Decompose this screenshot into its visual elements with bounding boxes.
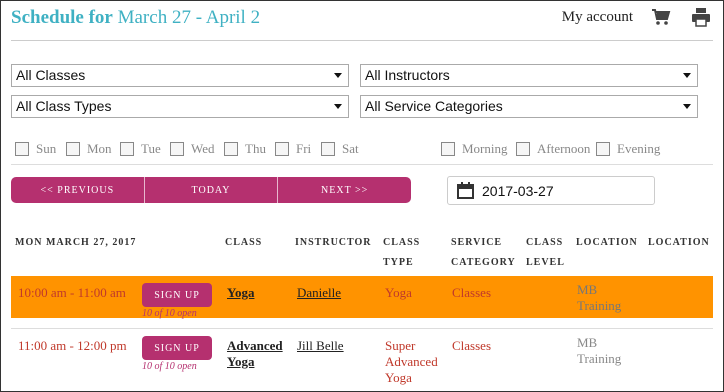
print-icon[interactable] <box>691 7 711 27</box>
checkbox[interactable] <box>170 142 184 156</box>
header-date: MON MARCH 27, 2017 <box>15 237 137 248</box>
spots-open: 10 of 10 open <box>142 361 197 372</box>
checkbox[interactable] <box>275 142 289 156</box>
checkbox[interactable] <box>224 142 238 156</box>
checkbox[interactable] <box>596 142 610 156</box>
header-service-category: SERVICE CATEGORY <box>451 237 516 268</box>
checkbox[interactable] <box>321 142 335 156</box>
day-label: Sat <box>342 141 359 156</box>
spots-open: 10 of 10 open <box>142 308 197 319</box>
service-category: Classes <box>452 285 491 300</box>
header-class-level: CLASS LEVEL <box>526 237 565 268</box>
day-filter-fri[interactable]: Fri <box>275 136 311 158</box>
instructors-select[interactable]: All Instructors <box>360 64 698 87</box>
date-value: 2017-03-27 <box>482 183 554 199</box>
my-account-link[interactable]: My account <box>562 9 633 26</box>
checkbox[interactable] <box>441 142 455 156</box>
checkbox[interactable] <box>516 142 530 156</box>
class-time: 10:00 am - 11:00 am <box>18 285 126 300</box>
schedule-widget: Schedule for March 27 - April 2 My accou… <box>0 0 724 392</box>
time-label: Evening <box>617 141 661 156</box>
title-range: March 27 - April 2 <box>117 7 261 28</box>
day-filter-thu[interactable]: Thu <box>224 136 266 158</box>
class-type: Yoga <box>385 285 412 300</box>
day-filter-mon[interactable]: Mon <box>66 136 112 158</box>
today-button[interactable]: TODAY <box>145 177 279 203</box>
instructors-select-value: All Instructors <box>365 67 450 83</box>
sign-up-button[interactable]: SIGN UP <box>142 336 212 360</box>
checkbox[interactable] <box>15 142 29 156</box>
date-picker[interactable]: 2017-03-27 <box>447 176 655 205</box>
day-label: Fri <box>296 141 312 156</box>
location: MB Training <box>577 335 622 366</box>
filter-divider <box>11 164 713 165</box>
cart-icon[interactable] <box>651 7 671 27</box>
checkbox[interactable] <box>66 142 80 156</box>
class-types-select[interactable]: All Class Types <box>11 95 349 118</box>
title-prefix: Schedule for <box>11 7 113 28</box>
location: MB Training <box>577 282 622 313</box>
service-categories-select-value: All Service Categories <box>365 98 503 114</box>
day-label: Sun <box>36 141 57 156</box>
classes-select[interactable]: All Classes <box>11 64 349 87</box>
chevron-down-icon <box>683 104 691 109</box>
day-label: Thu <box>245 141 266 156</box>
header-location-2: LOCATION <box>648 237 710 248</box>
service-categories-select[interactable]: All Service Categories <box>360 95 698 118</box>
header-location: LOCATION <box>576 237 638 248</box>
day-filter-sun[interactable]: Sun <box>15 136 56 158</box>
table-row: 11:00 am - 12:00 pm SIGN UP 10 of 10 ope… <box>11 328 713 388</box>
day-filter-wed[interactable]: Wed <box>170 136 215 158</box>
header-instructor: INSTRUCTOR <box>295 237 372 248</box>
chevron-down-icon <box>334 104 342 109</box>
sign-up-button[interactable]: SIGN UP <box>142 283 212 307</box>
header-divider <box>11 40 713 41</box>
header: Schedule for March 27 - April 2 My accou… <box>11 7 713 37</box>
time-label: Morning <box>462 141 508 156</box>
time-filter-morning[interactable]: Morning <box>441 136 508 158</box>
chevron-down-icon <box>683 73 691 78</box>
header-class: CLASS <box>225 237 263 248</box>
time-filter-afternoon[interactable]: Afternoon <box>516 136 590 158</box>
chevron-down-icon <box>334 73 342 78</box>
checkbox[interactable] <box>120 142 134 156</box>
page-title: Schedule for March 27 - April 2 <box>11 7 260 29</box>
day-label: Mon <box>87 141 112 156</box>
next-button[interactable]: NEXT >> <box>278 177 411 203</box>
header-class-type: CLASS TYPE <box>383 237 421 268</box>
day-filter-sat[interactable]: Sat <box>321 136 359 158</box>
table-row: 10:00 am - 11:00 am SIGN UP 10 of 10 ope… <box>11 276 713 319</box>
week-nav: << PREVIOUS TODAY NEXT >> <box>11 177 411 203</box>
day-label: Tue <box>141 141 161 156</box>
time-filter-evening[interactable]: Evening <box>596 136 660 158</box>
class-link[interactable]: Advanced Yoga <box>227 338 289 370</box>
instructor-link[interactable]: Jill Belle <box>297 338 344 354</box>
class-types-select-value: All Class Types <box>16 98 112 114</box>
calendar-icon <box>457 182 474 199</box>
class-type: Super Advanced Yoga <box>385 338 438 385</box>
previous-button[interactable]: << PREVIOUS <box>11 177 145 203</box>
class-time: 11:00 am - 12:00 pm <box>18 338 127 353</box>
day-filter-tue[interactable]: Tue <box>120 136 161 158</box>
instructor-link[interactable]: Danielle <box>297 285 341 301</box>
classes-select-value: All Classes <box>16 67 86 83</box>
day-label: Wed <box>191 141 215 156</box>
time-label: Afternoon <box>537 141 591 156</box>
class-link[interactable]: Yoga <box>227 285 254 301</box>
service-category: Classes <box>452 338 491 353</box>
